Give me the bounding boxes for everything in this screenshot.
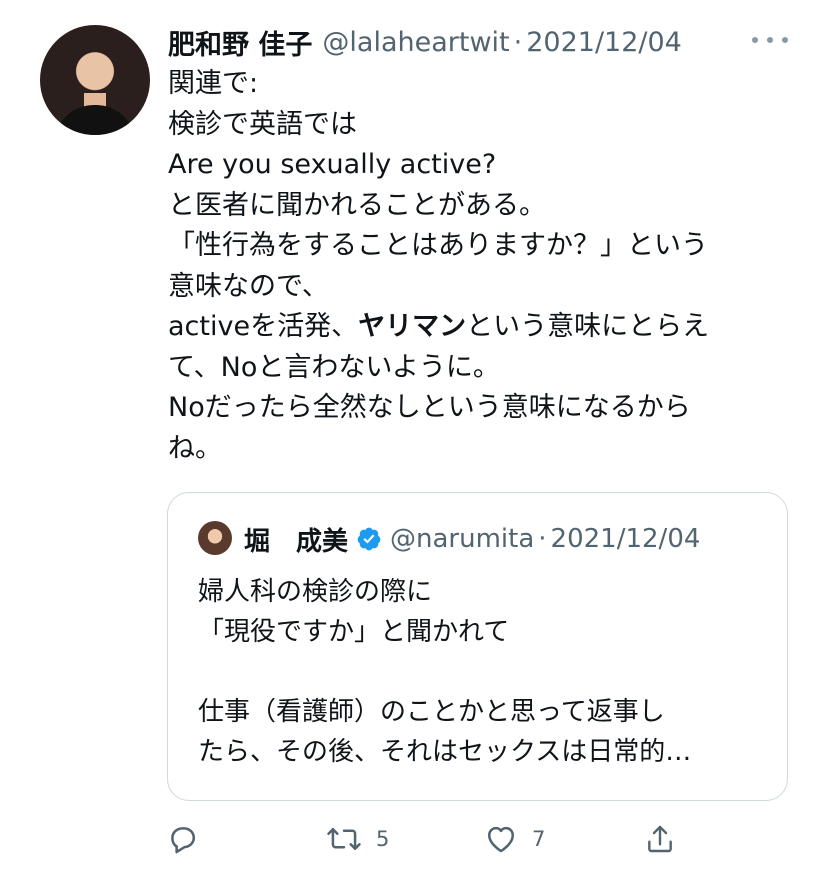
tweet-date[interactable]: 2021/12/04 [526,27,682,58]
tweet-line: と医者に聞かれることがある。 [168,189,546,221]
share-icon[interactable] [644,822,676,856]
retweet-icon[interactable] [326,822,362,856]
like-button[interactable]: 7 [484,814,545,864]
tweet-line: 検診で英語では [168,108,357,140]
quoted-author-handle: @narumita [390,524,535,554]
tweet-line: Are you sexually active? [168,149,497,180]
share-button[interactable] [644,814,676,864]
heart-icon[interactable] [484,822,518,856]
author-name[interactable]: 肥和野 佳子 [168,23,312,62]
tweet-line: 「性行為をすることはありますか？」という [168,230,708,261]
verified-badge-icon [356,526,382,552]
action-bar: 5 7 [160,814,720,864]
quoted-author-avatar [198,521,232,555]
author-handle[interactable]: @lalaheartwit [322,27,509,58]
tweet-line-mixed: activeを活発、ヤリマンという意味にとらえ [168,307,808,348]
tweet-text: という意味にとらえ [466,311,710,342]
tweet-line: て、Noと言わないように。 [168,351,500,383]
quoted-tweet[interactable]: 堀 成美 @narumita · 2021/12/04 婦人科の検診の際に 「現… [167,492,788,801]
tweet-body: 関連で: 検診で英語では Are you sexually active? と医… [168,64,808,469]
author-avatar[interactable] [40,25,150,135]
quoted-line: 婦人科の検診の際に [198,577,433,607]
more-dot [782,37,788,43]
reply-icon[interactable] [166,822,200,856]
tweet[interactable]: 肥和野 佳子 @lalaheartwit · 2021/12/04 関連で: 検… [0,0,828,886]
like-count: 7 [532,827,546,851]
quoted-author-name: 堀 成美 [244,526,349,557]
more-dot [767,37,773,43]
retweet-button[interactable]: 5 [326,814,389,864]
retweet-count: 5 [376,827,390,851]
more-dot [752,37,758,43]
more-options-icon[interactable] [752,28,788,52]
reply-button[interactable] [166,814,200,864]
tweet-line: Noだったら全然なしという意味になるから [168,392,691,423]
quoted-header: 堀 成美 @narumita · 2021/12/04 [244,519,700,559]
quoted-line [198,652,768,692]
tweet-line: 関連で: [168,68,259,99]
tweet-line: 意味なので、 [168,270,329,302]
quoted-separator: · [538,524,547,554]
quoted-line: 「現役ですか」と聞かれて [198,617,510,647]
quoted-body: 婦人科の検診の際に 「現役ですか」と聞かれて 仕事（看護師）のことかと思って返事… [198,572,768,772]
tweet-text: activeを活発、 [168,311,359,342]
tweet-header: 肥和野 佳子 @lalaheartwit · 2021/12/04 [168,22,682,62]
tweet-line: ね。 [168,432,222,464]
quoted-line: たら、その後、それはセックスは日常的… [198,737,692,767]
tweet-bold-text: ヤリマン [358,311,467,342]
header-separator: · [513,26,523,58]
avatar-shirt [54,105,136,135]
quoted-line: 仕事（看護師）のことかと思って返事し [198,697,665,727]
quoted-date: 2021/12/04 [550,524,701,554]
